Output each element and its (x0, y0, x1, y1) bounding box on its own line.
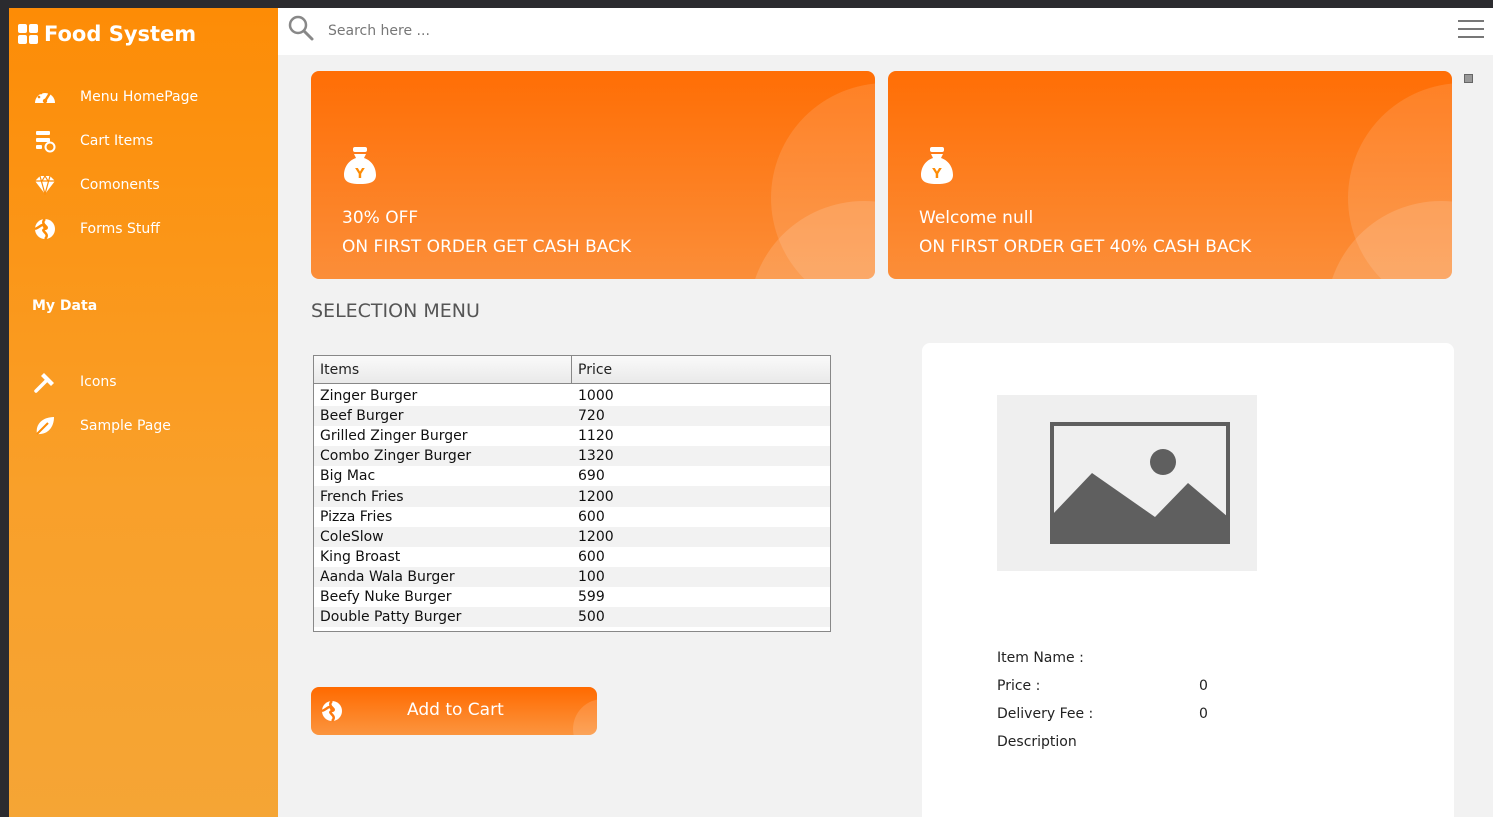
sidebar-item-sample-page[interactable]: Sample Page (32, 411, 171, 441)
app-window: Food System Menu HomePage Cart Items Com… (9, 8, 1493, 817)
add-to-cart-label: Add to Cart (407, 700, 504, 720)
cell-price: 1120 (578, 428, 614, 445)
swirl-icon (320, 699, 344, 728)
sidebar-item-cart-items[interactable]: Cart Items (32, 126, 153, 156)
sidebar-item-icons[interactable]: Icons (32, 367, 117, 397)
diamond-icon (32, 172, 58, 198)
table-row[interactable]: Beefy Nuke Burger 599 (314, 587, 830, 607)
table-row[interactable]: Pizza Fries 600 (314, 507, 830, 527)
cell-item: Beefy Nuke Burger (320, 588, 452, 605)
svg-text:Y: Y (931, 167, 942, 182)
column-header-price[interactable]: Price (572, 356, 612, 383)
table-row[interactable]: Beef Burger 720 (314, 406, 830, 427)
money-bag-icon: Y (343, 147, 377, 189)
sidebar-item-label: Forms Stuff (80, 221, 160, 237)
table-row[interactable]: King Broast 600 (314, 547, 830, 567)
cell-item: Aanda Wala Burger (320, 568, 455, 585)
cart-list-icon (32, 128, 58, 154)
sidebar-item-label: Sample Page (80, 418, 171, 434)
leaf-icon (32, 413, 58, 439)
promo-card-1: Y 30% OFF ON FIRST ORDER GET CASH BACK (311, 71, 875, 279)
table-row[interactable]: Zinger Burger 1000 (314, 386, 830, 406)
resize-icon[interactable] (1464, 74, 1473, 83)
cell-item: French Fries (320, 488, 404, 505)
menu-icon[interactable] (1458, 20, 1484, 38)
cell-price: 720 (578, 408, 605, 425)
cell-price: 1200 (578, 488, 614, 505)
cell-item: Big Mac (320, 468, 376, 485)
dashboard-icon (32, 84, 58, 110)
sidebar: Food System Menu HomePage Cart Items Com… (9, 8, 278, 817)
cell-item: Beef Burger (320, 408, 404, 425)
cell-item: ColeSlow (320, 528, 384, 545)
item-name-label: Item Name : (997, 650, 1084, 666)
cell-item: Zinger Burger (320, 388, 418, 405)
search-icon[interactable] (287, 14, 315, 46)
search-input[interactable] (328, 16, 928, 46)
table-row[interactable]: Double Patty Burger 500 (314, 607, 830, 628)
table-header: Items Price (314, 356, 830, 384)
cell-price: 599 (578, 588, 605, 605)
table-row[interactable]: ColeSlow 1200 (314, 526, 830, 547)
cell-item: Double Patty Burger (320, 609, 462, 626)
sidebar-item-label: Icons (80, 374, 117, 390)
cell-item: Combo Zinger Burger (320, 448, 472, 465)
selection-menu-title: SELECTION MENU (311, 300, 480, 322)
sidebar-item-label: Cart Items (80, 133, 154, 149)
app-title: Food System (44, 22, 197, 46)
cell-item: Pizza Fries (320, 508, 393, 525)
cell-item: King Broast (320, 548, 401, 565)
cell-price: 600 (578, 508, 605, 525)
sidebar-item-label: Comonents (80, 177, 160, 193)
top-bar (278, 8, 1493, 55)
cell-price: 1200 (578, 528, 614, 545)
promo-line2: ON FIRST ORDER GET 40% CASH BACK (919, 237, 1252, 257)
cell-price: 1320 (578, 448, 614, 465)
brand: Food System (18, 20, 196, 48)
sidebar-item-label: Menu HomePage (80, 89, 199, 105)
money-bag-icon: Y (920, 147, 954, 189)
swirl-icon (32, 216, 58, 242)
delivery-fee-label: Delivery Fee : (997, 706, 1094, 722)
promo-line2: ON FIRST ORDER GET CASH BACK (342, 237, 632, 257)
cell-price: 600 (578, 548, 605, 565)
table-row[interactable]: Aanda Wala Burger 100 (314, 566, 830, 587)
promo-card-2: Y Welcome null ON FIRST ORDER GET 40% CA… (888, 71, 1452, 279)
table-row[interactable]: Combo Zinger Burger 1320 (314, 446, 830, 467)
description-label: Description (997, 734, 1077, 750)
tools-icon (32, 369, 58, 395)
table-row[interactable]: French Fries 1200 (314, 486, 830, 507)
cell-price: 1000 (578, 388, 614, 405)
cell-price: 690 (578, 468, 605, 485)
image-placeholder-icon (997, 395, 1257, 571)
item-detail-panel: Item Name : Price : 0 Delivery Fee : 0 D… (922, 343, 1454, 817)
sidebar-item-forms-stuff[interactable]: Forms Stuff (32, 214, 160, 244)
promo-line1: Welcome null (919, 208, 1034, 228)
table-body: Zinger Burger 1000 Beef Burger 720 Grilled… (314, 384, 830, 628)
price-label: Price : (997, 678, 1041, 694)
cell-price: 100 (578, 568, 605, 585)
sidebar-item-menu-homepage[interactable]: Menu HomePage (32, 82, 198, 112)
table-row[interactable]: Big Mac 690 (314, 466, 830, 486)
delivery-fee-value: 0 (1199, 706, 1208, 722)
column-header-items[interactable]: Items (314, 356, 572, 383)
cell-item: Grilled Zinger Burger (320, 428, 468, 445)
promo-line1: 30% OFF (342, 208, 419, 228)
section-my-data: My Data (32, 298, 98, 314)
menu-table[interactable]: Items Price Zinger Burger 1000 Beef Burge… (313, 355, 831, 632)
cell-price: 500 (578, 609, 605, 626)
sidebar-item-comonents[interactable]: Comonents (32, 170, 160, 200)
apps-grid-icon (18, 24, 38, 44)
price-value: 0 (1199, 678, 1208, 694)
table-row[interactable]: Grilled Zinger Burger 1120 (314, 426, 830, 446)
svg-text:Y: Y (354, 167, 365, 182)
add-to-cart-button[interactable]: Add to Cart (311, 687, 597, 735)
